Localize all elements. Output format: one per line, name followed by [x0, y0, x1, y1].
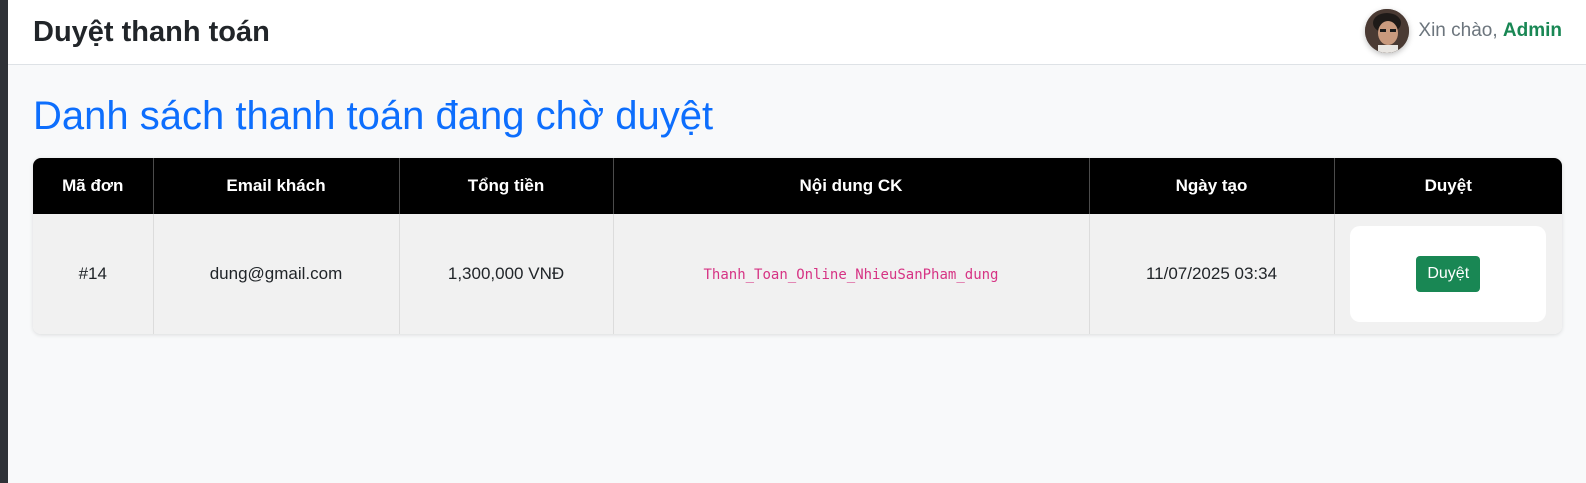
- transfer-note-code: Thanh_Toan_Online_NhieuSanPham_dung: [703, 267, 999, 283]
- cell-total: 1,300,000 VNĐ: [399, 214, 614, 334]
- avatar[interactable]: [1365, 9, 1410, 53]
- payments-table-container: Mã đơn Email khách Tổng tiền Nội dung CK…: [33, 158, 1562, 334]
- approve-button[interactable]: Duyệt: [1416, 256, 1481, 292]
- top-navbar: Duyệt thanh toán Xin chào, Admin: [8, 0, 1586, 65]
- approve-form-card: Duyệt: [1350, 226, 1547, 322]
- username-label: Admin: [1502, 20, 1562, 41]
- main-area: Duyệt thanh toán Xin chào, Admin Danh sá…: [8, 0, 1586, 483]
- page-title: Duyệt thanh toán: [33, 16, 270, 48]
- cell-transfer-note: Thanh_Toan_Online_NhieuSanPham_dung: [613, 214, 1090, 334]
- cell-created-at: 11/07/2025 03:34: [1089, 214, 1335, 334]
- table-row: #14 dung@gmail.com 1,300,000 VNĐ Thanh_T…: [33, 214, 1562, 334]
- left-sidebar-edge: [0, 0, 8, 483]
- avatar-photo-icon: [1365, 9, 1410, 53]
- table-header-row: Mã đơn Email khách Tổng tiền Nội dung CK…: [33, 158, 1562, 214]
- column-header-total: Tổng tiền: [399, 158, 614, 214]
- column-header-email: Email khách: [153, 158, 400, 214]
- table-header: Mã đơn Email khách Tổng tiền Nội dung CK…: [33, 158, 1562, 214]
- greeting-prefix: Xin chào,: [1418, 20, 1503, 41]
- cell-approve: Duyệt: [1334, 214, 1562, 334]
- cell-order-id: #14: [33, 214, 154, 334]
- user-menu[interactable]: Xin chào, Admin: [1365, 9, 1562, 53]
- greeting-text: Xin chào, Admin: [1418, 20, 1562, 42]
- column-header-approve: Duyệt: [1334, 158, 1562, 214]
- table-body: #14 dung@gmail.com 1,300,000 VNĐ Thanh_T…: [33, 214, 1562, 334]
- column-header-created-at: Ngày tạo: [1089, 158, 1335, 214]
- pending-payments-table: Mã đơn Email khách Tổng tiền Nội dung CK…: [33, 158, 1562, 334]
- section-heading: Danh sách thanh toán đang chờ duyệt: [33, 94, 714, 138]
- column-header-order-id: Mã đơn: [33, 158, 154, 214]
- column-header-transfer-note: Nội dung CK: [613, 158, 1090, 214]
- cell-email: dung@gmail.com: [153, 214, 400, 334]
